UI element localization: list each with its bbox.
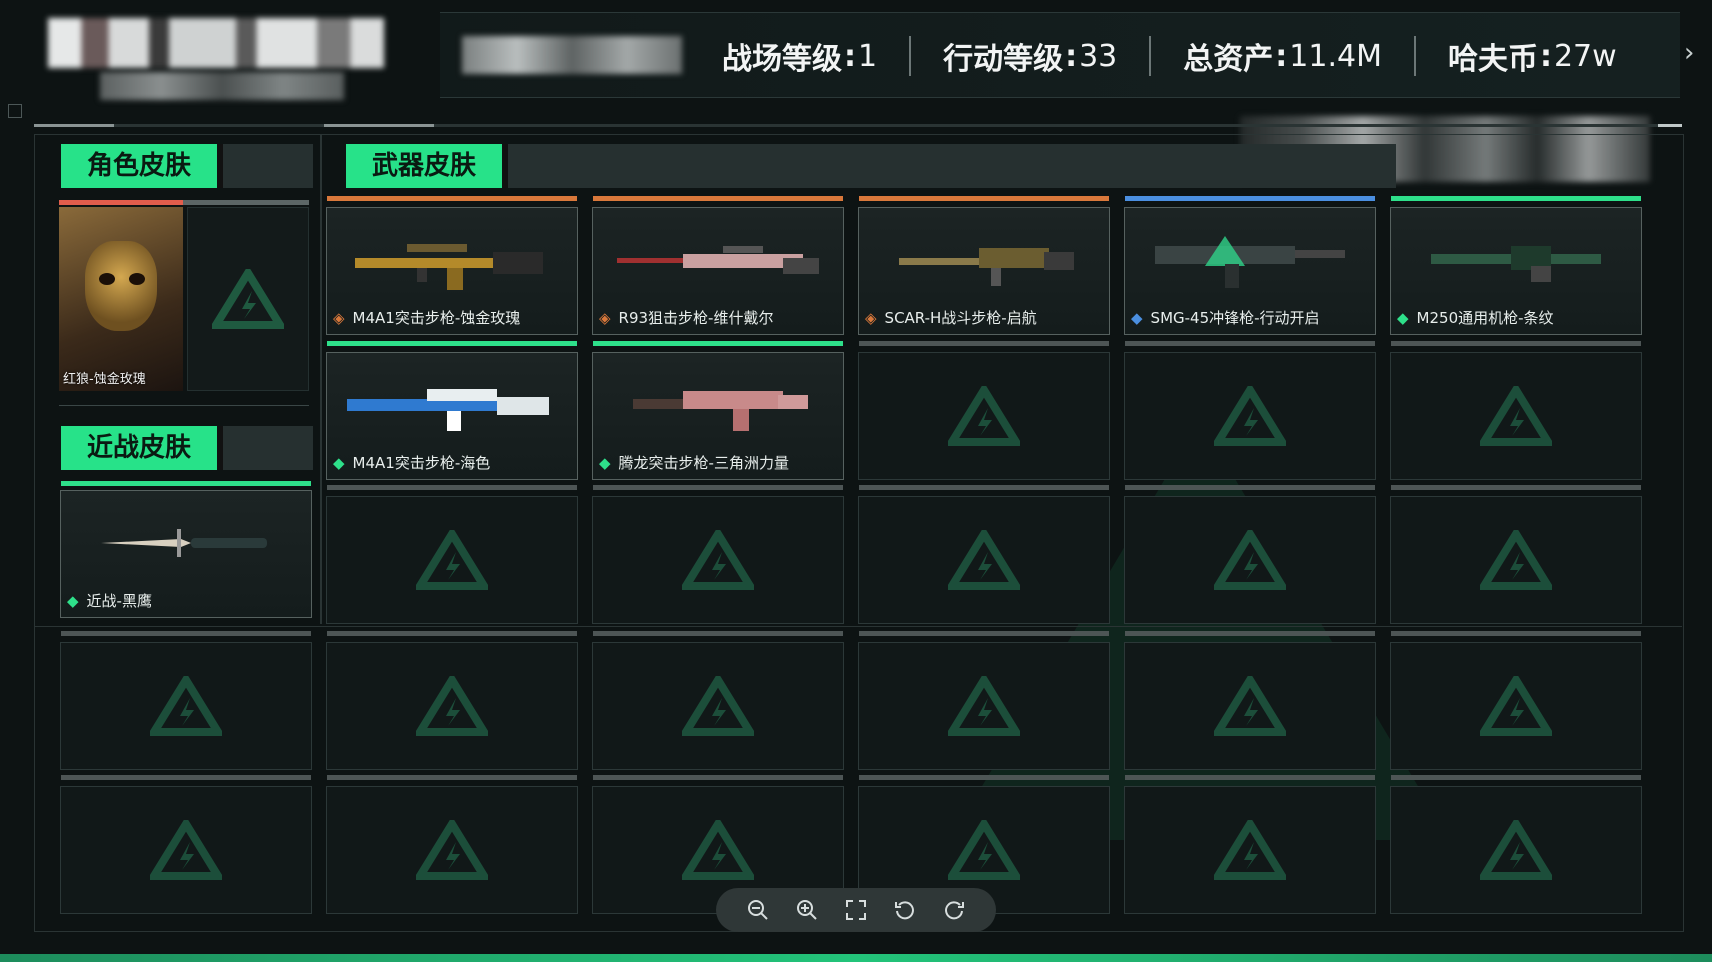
delta-logo-icon (150, 676, 222, 736)
delta-logo-icon (682, 530, 754, 590)
bottom-accent-strip (0, 954, 1712, 962)
green-diamond-icon: ◆ (1397, 308, 1409, 327)
empty-slot[interactable] (858, 341, 1110, 480)
empty-slot[interactable] (1124, 341, 1376, 480)
weapon-skin-card[interactable]: ◈ R93狙击步枪-维什戴尔 (592, 196, 844, 335)
weapon-skin-card[interactable]: ◈ SCAR-H战斗步枪-启航 (858, 196, 1110, 335)
empty-slot[interactable] (326, 631, 578, 770)
empty-slot[interactable] (60, 775, 312, 914)
empty-slot[interactable] (326, 775, 578, 914)
empty-slot[interactable] (1390, 341, 1642, 480)
empty-slot[interactable] (1124, 631, 1376, 770)
empty-slot[interactable] (592, 631, 844, 770)
top-divider (34, 124, 1682, 127)
player-stats: 战场等级:1 行动等级:33 总资产:11.4M 哈夫币:27w (690, 28, 1649, 84)
character-skin-card[interactable]: 红狼-蚀金玫瑰 (59, 203, 309, 391)
green-diamond-icon: ◆ (333, 453, 345, 472)
machine-gun-icon (1431, 246, 1601, 282)
stat-total-assets: 总资产:11.4M (1151, 36, 1416, 77)
chevron-right-icon[interactable]: › (1684, 38, 1694, 68)
image-toolbar (716, 888, 996, 932)
delta-logo-icon (948, 820, 1020, 880)
player-tag-redacted (462, 36, 682, 74)
zoom-out-icon[interactable] (745, 897, 771, 923)
melee-skin-card[interactable]: ◆ 近战-黑鹰 (60, 481, 312, 618)
rotate-right-icon[interactable] (941, 897, 967, 923)
melee-skin-title: 近战皮肤 (61, 426, 313, 470)
section-divider-horizontal (34, 626, 1682, 627)
divider (59, 405, 309, 406)
weapon-skin-card[interactable]: ◈ M4A1突击步枪-蚀金玫瑰 (326, 196, 578, 335)
empty-slot[interactable] (326, 485, 578, 624)
delta-logo-icon (416, 820, 488, 880)
empty-slot[interactable] (858, 485, 1110, 624)
delta-logo-icon (416, 530, 488, 590)
delta-logo-icon (948, 386, 1020, 446)
orange-diamond-icon: ◈ (333, 308, 345, 327)
empty-slot[interactable] (1390, 775, 1642, 914)
delta-logo-icon (948, 676, 1020, 736)
empty-slot[interactable] (1390, 485, 1642, 624)
delta-logo-icon (150, 820, 222, 880)
green-diamond-icon: ◆ (67, 591, 79, 610)
delta-logo-icon (682, 676, 754, 736)
knife-icon (101, 529, 267, 557)
character-skin-title: 角色皮肤 (61, 144, 313, 188)
delta-logo-icon (1214, 386, 1286, 446)
empty-slot[interactable] (1124, 485, 1376, 624)
character-skin-image: 红狼-蚀金玫瑰 (59, 207, 183, 391)
weapon-skin-card[interactable]: ◆ M4A1突击步枪-海色 (326, 341, 578, 480)
corner-marker (8, 104, 22, 118)
smg-icon (1155, 236, 1345, 288)
empty-slot[interactable] (1124, 775, 1376, 914)
orange-diamond-icon: ◈ (599, 308, 611, 327)
delta-logo-icon (948, 530, 1020, 590)
weapon-skin-card[interactable]: ◆ 腾龙突击步枪-三角洲力量 (592, 341, 844, 480)
empty-slot[interactable] (1390, 631, 1642, 770)
delta-logo-icon (1480, 820, 1552, 880)
orange-diamond-icon: ◈ (865, 308, 877, 327)
delta-logo-icon (416, 676, 488, 736)
delta-logo-icon (1480, 386, 1552, 446)
assault-rifle-icon (633, 391, 808, 431)
delta-logo-icon (1480, 530, 1552, 590)
fullscreen-icon[interactable] (843, 897, 869, 923)
stat-operation-level: 行动等级:33 (911, 36, 1152, 77)
green-diamond-icon: ◆ (599, 453, 611, 472)
delta-logo-icon (212, 269, 284, 329)
delta-logo-icon (1214, 530, 1286, 590)
delta-logo-icon (1214, 676, 1286, 736)
stat-battlefield-level: 战场等级:1 (690, 36, 912, 77)
delta-logo-icon (1214, 820, 1286, 880)
delta-logo-icon (682, 820, 754, 880)
weapon-skin-card[interactable]: ◆ SMG-45冲锋枪-行动开启 (1124, 196, 1376, 335)
player-id-redacted (100, 72, 344, 100)
rifle-icon (355, 244, 543, 290)
weapon-skin-title: 武器皮肤 (346, 144, 1396, 188)
delta-logo-icon (1480, 676, 1552, 736)
battle-rifle-icon (899, 248, 1074, 286)
empty-slot[interactable] (858, 631, 1110, 770)
empty-slot[interactable] (60, 631, 312, 770)
rotate-left-icon[interactable] (892, 897, 918, 923)
section-divider-vertical (320, 134, 322, 624)
zoom-in-icon[interactable] (794, 897, 820, 923)
player-name-redacted (48, 18, 384, 68)
rifle-icon (347, 389, 549, 431)
empty-slot[interactable] (592, 485, 844, 624)
sniper-rifle-icon (617, 246, 819, 274)
stat-hafu-coin: 哈夫币:27w (1447, 38, 1617, 78)
blue-diamond-icon: ◆ (1131, 308, 1143, 327)
empty-slot[interactable] (187, 207, 309, 391)
header: 战场等级:1 行动等级:33 总资产:11.4M 哈夫币:27w › (0, 0, 1712, 182)
weapon-skin-card[interactable]: ◆ M250通用机枪-条纹 (1390, 196, 1642, 335)
